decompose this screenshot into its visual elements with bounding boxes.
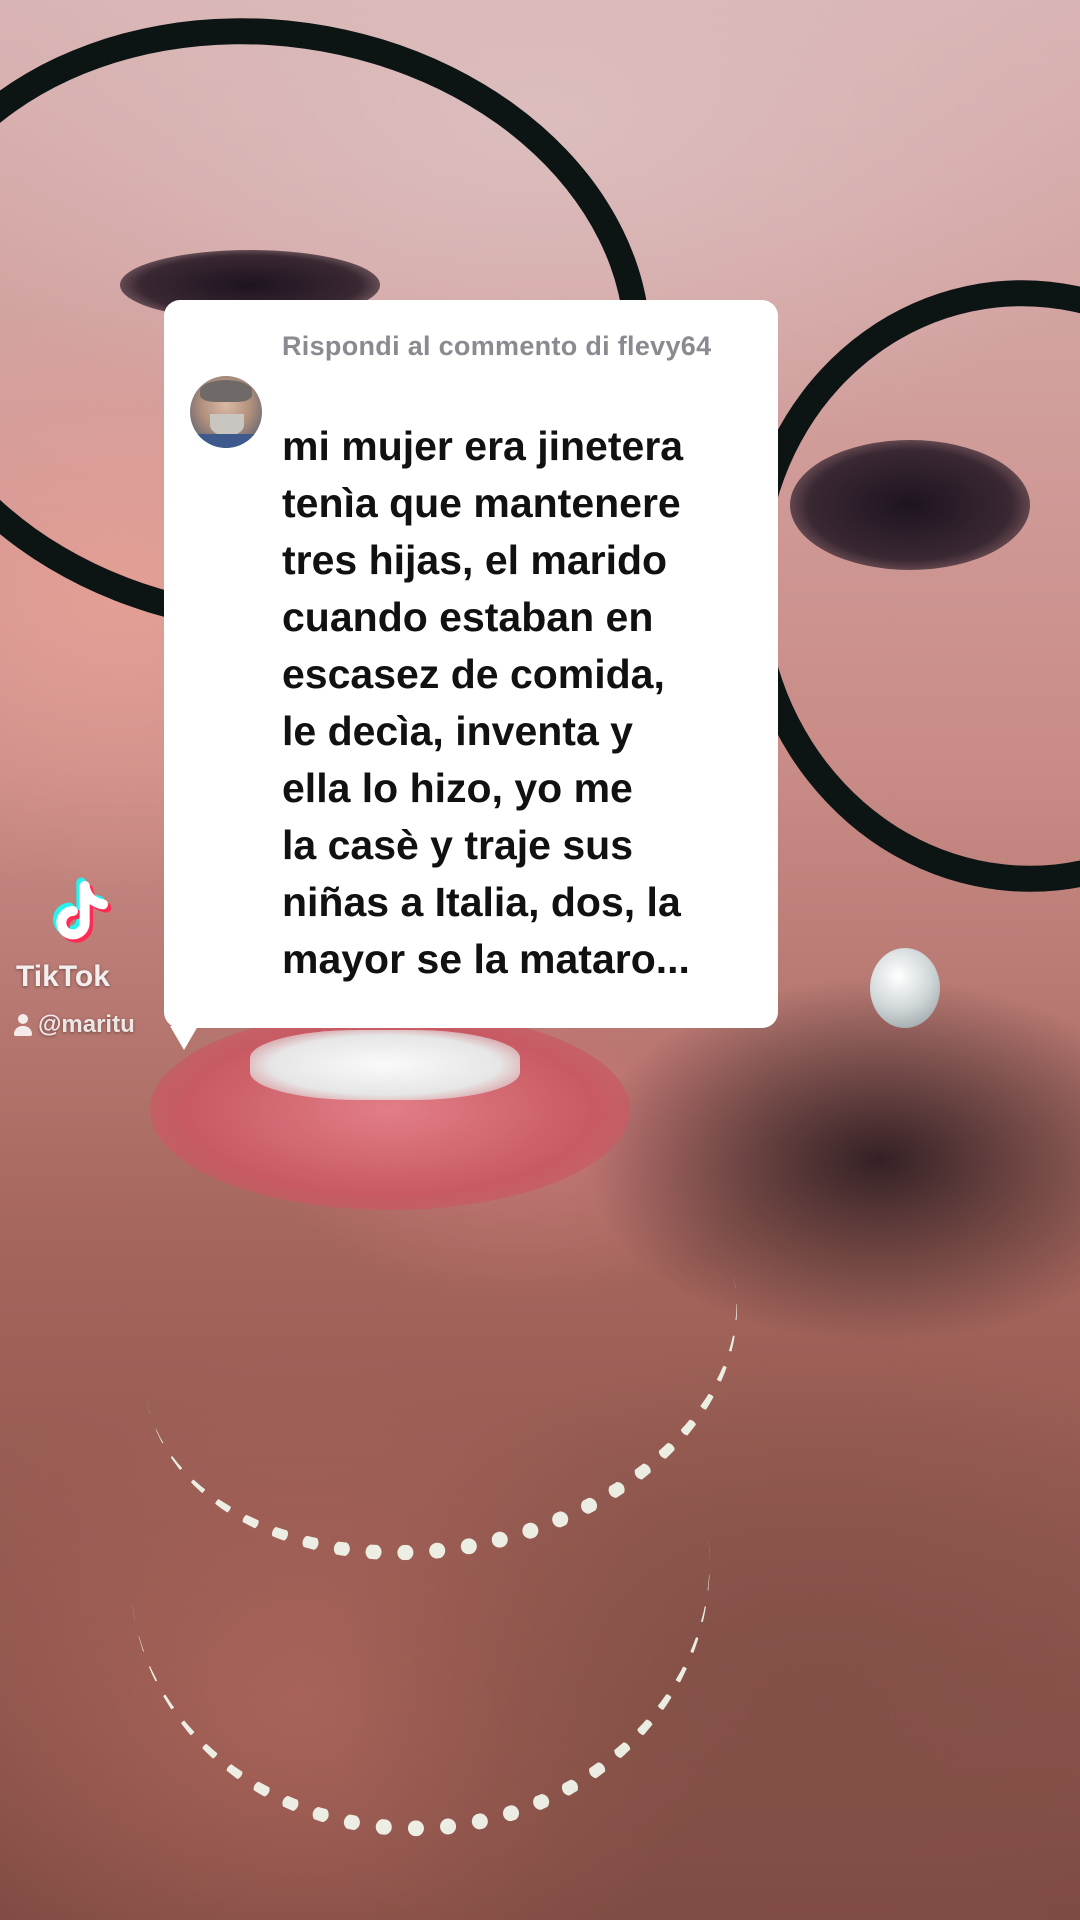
video-frame[interactable]: TikTok @maritu Rispondi al commento di f… bbox=[0, 0, 1080, 1920]
commenter-avatar bbox=[190, 376, 262, 448]
reply-comment-text: mi mujer era jinetera tenìa que mantener… bbox=[282, 423, 690, 982]
earring bbox=[870, 948, 940, 1028]
user-icon bbox=[14, 1014, 32, 1036]
watermark-username: @maritu bbox=[14, 1010, 135, 1040]
teeth bbox=[250, 1030, 520, 1100]
eye-right bbox=[790, 440, 1030, 570]
reply-comment-card[interactable]: Rispondi al commento di flevy64 mi mujer… bbox=[164, 300, 778, 1050]
reply-header: Rispondi al commento di flevy64 bbox=[282, 331, 712, 361]
watermark-username-text: @maritu bbox=[38, 1011, 135, 1038]
tiktok-wordmark: TikTok bbox=[16, 960, 110, 993]
tiktok-logo-icon bbox=[53, 877, 112, 943]
